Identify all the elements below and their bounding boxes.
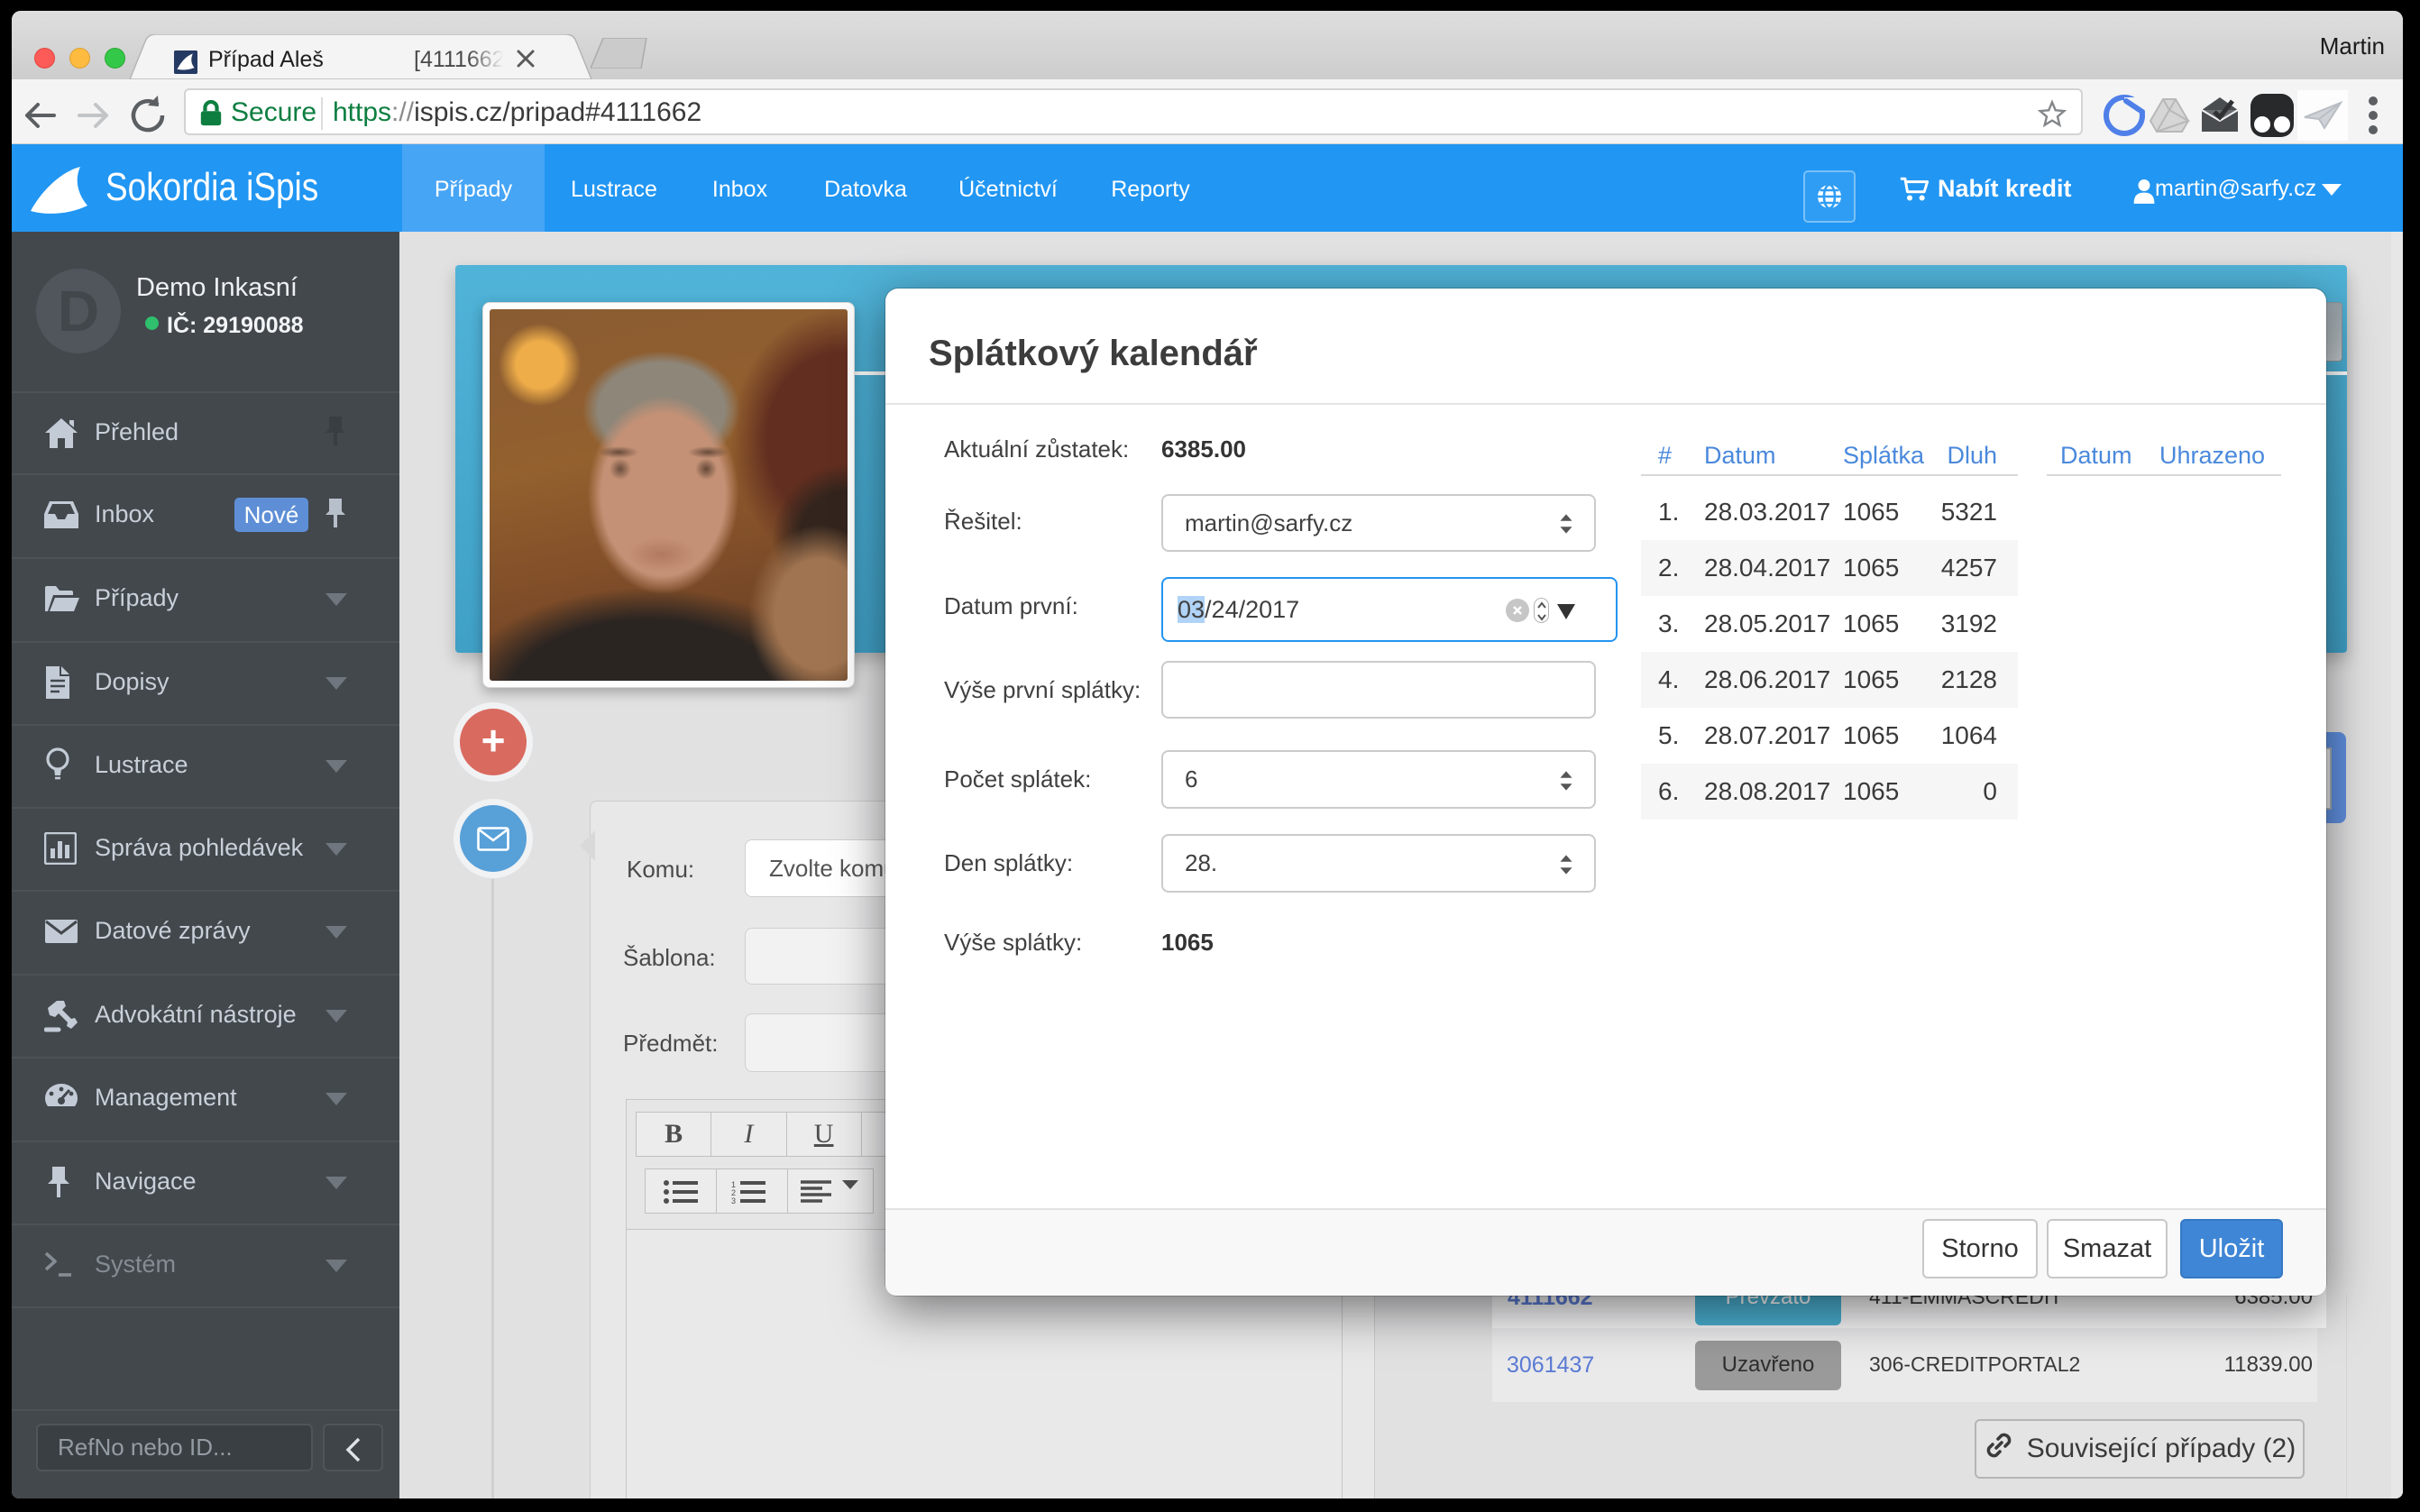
svg-text:3: 3 — [731, 1196, 736, 1204]
